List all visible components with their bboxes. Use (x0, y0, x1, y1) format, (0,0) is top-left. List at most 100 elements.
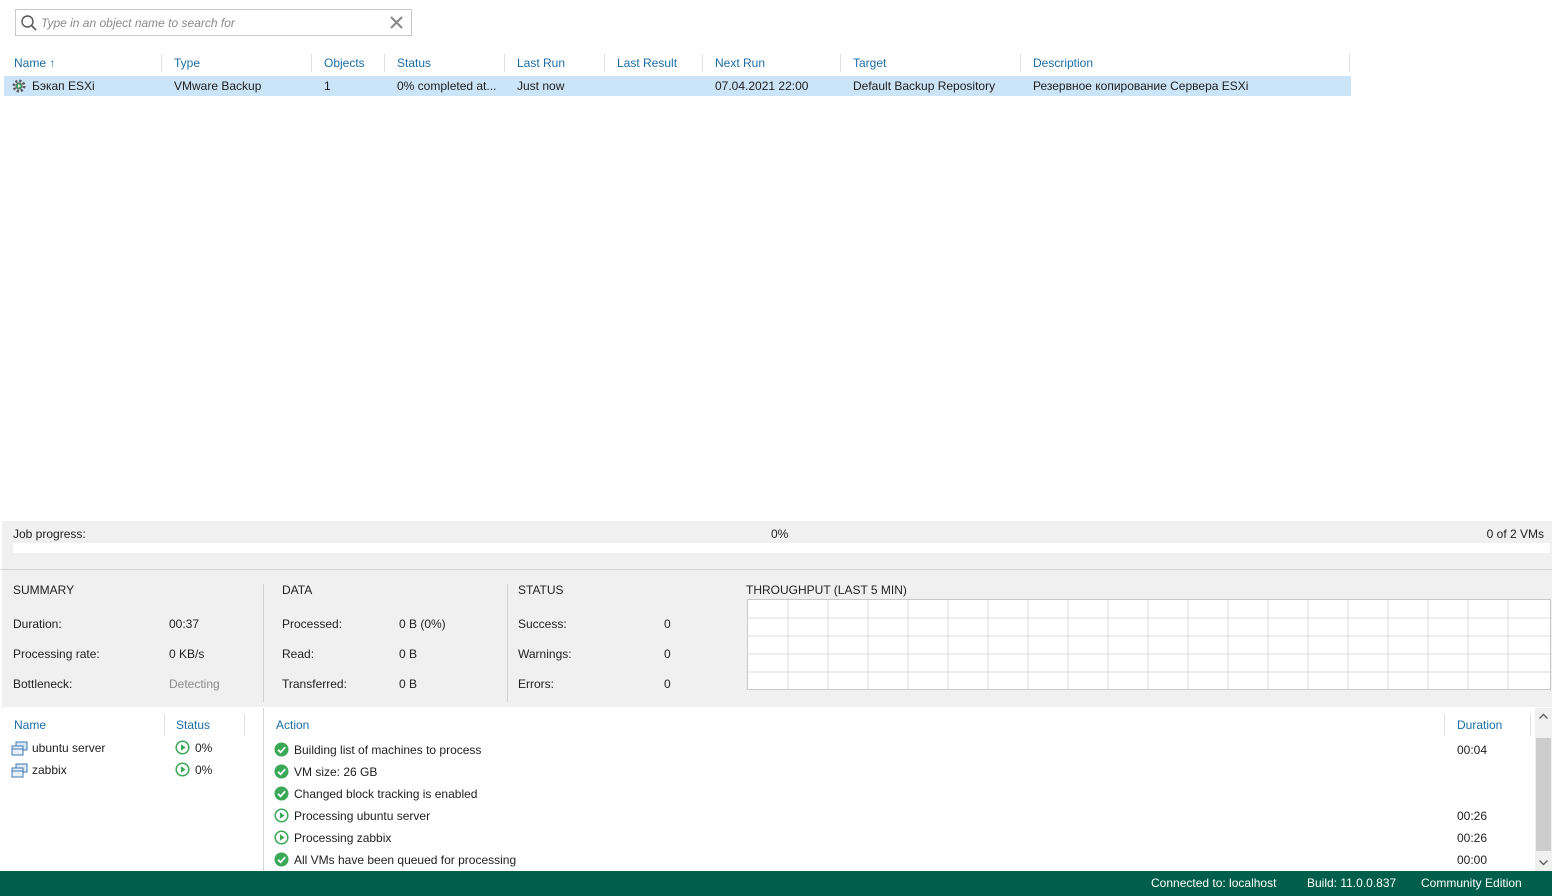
col-header-status[interactable]: Status (397, 56, 431, 70)
job-description: Резервное копирование Сервера ESXi (1033, 79, 1249, 93)
job-last-run: Just now (517, 79, 565, 93)
throughput-chart (747, 599, 1551, 690)
success-icon (274, 852, 289, 867)
action-text: Processing ubuntu server (294, 809, 431, 823)
action-duration: 00:00 (1457, 853, 1488, 867)
session-stats-panel: SUMMARY Duration: 00:37 Processing rate:… (2, 570, 1552, 707)
job-status: 0% completed at... (397, 79, 497, 93)
job-progress-percent: 0% (771, 527, 789, 541)
vm-col-name[interactable]: Name (14, 718, 46, 732)
throughput-heading: THROUGHPUT (LAST 5 MIN) (746, 583, 907, 597)
vm-col-status[interactable]: Status (176, 718, 210, 732)
summary-heading: SUMMARY (13, 583, 75, 597)
job-progress-vms: 0 of 2 VMs (1486, 527, 1544, 541)
search-box[interactable] (15, 9, 412, 36)
job-row[interactable]: Бэкап ESXi VMware Backup 1 0% completed … (4, 76, 1351, 96)
processed-label: Processed: (282, 617, 343, 631)
transferred-label: Transferred: (282, 677, 347, 691)
vm-list-header: Name Status (0, 714, 262, 736)
processed-value: 0 B (0%) (399, 617, 446, 631)
running-icon (274, 808, 289, 823)
col-header-last-result[interactable]: Last Result (617, 56, 677, 70)
action-duration: 00:26 (1457, 831, 1488, 845)
action-text: VM size: 26 GB (294, 765, 378, 779)
scroll-up-icon[interactable] (1538, 711, 1549, 722)
warnings-value: 0 (664, 647, 671, 661)
success-value: 0 (664, 617, 671, 631)
data-heading: DATA (282, 583, 313, 597)
action-row: Processing ubuntu server 00:26 (274, 805, 1534, 827)
scrollbar-thumb[interactable] (1536, 738, 1551, 851)
edition-label: Community Edition (1421, 876, 1522, 890)
read-label: Read: (282, 647, 315, 661)
vm-icon (11, 741, 28, 756)
job-target: Default Backup Repository (853, 79, 996, 93)
col-header-next-run[interactable]: Next Run (715, 56, 765, 70)
action-text: Processing zabbix (294, 831, 392, 845)
job-progress-panel: Job progress: 0% 0 of 2 VMs (2, 521, 1552, 569)
vm-name: zabbix (32, 763, 67, 777)
action-row: VM size: 26 GB (274, 761, 1534, 783)
success-icon (274, 764, 289, 779)
errors-value: 0 (664, 677, 671, 691)
action-col-action[interactable]: Action (276, 718, 309, 732)
jobs-grid-header: Name ↑ Type Objects Status Last Run Last… (0, 52, 1350, 74)
col-header-name[interactable]: Name ↑ (14, 56, 55, 70)
job-name: Бэкап ESXi (32, 79, 95, 93)
search-icon (21, 15, 37, 31)
sort-ascending-icon: ↑ (49, 56, 56, 70)
vm-status: 0% (195, 763, 213, 777)
running-icon (274, 830, 289, 845)
success-icon (274, 786, 289, 801)
action-text: Changed block tracking is enabled (294, 787, 478, 801)
warnings-label: Warnings: (518, 647, 572, 661)
status-heading: STATUS (518, 583, 564, 597)
action-duration: 00:04 (1457, 743, 1488, 757)
vm-row[interactable]: ubuntu server 0% (0, 737, 262, 759)
running-icon (175, 740, 190, 755)
vm-row[interactable]: zabbix 0% (0, 759, 262, 781)
action-log-header: Action Duration (264, 714, 1534, 736)
duration-label: Duration: (13, 617, 62, 631)
errors-label: Errors: (518, 677, 554, 691)
action-col-duration[interactable]: Duration (1457, 718, 1502, 732)
scroll-down-icon[interactable] (1538, 857, 1549, 868)
job-type: VMware Backup (174, 79, 262, 93)
job-running-gear-icon (12, 79, 26, 93)
action-duration: 00:26 (1457, 809, 1488, 823)
processing-rate-label: Processing rate: (13, 647, 100, 661)
read-value: 0 B (399, 647, 418, 661)
transferred-value: 0 B (399, 677, 418, 691)
col-header-description[interactable]: Description (1033, 56, 1093, 70)
job-progress-label: Job progress: (13, 527, 86, 541)
action-log-scrollbar[interactable] (1535, 708, 1552, 871)
action-row: All VMs have been queued for processing … (274, 849, 1534, 871)
action-row: Building list of machines to process 00:… (274, 739, 1534, 761)
throughput-gridlines (748, 600, 1550, 689)
col-header-last-run[interactable]: Last Run (517, 56, 565, 70)
processing-rate-value: 0 KB/s (169, 647, 205, 661)
connection-status: Connected to: localhost (1151, 876, 1277, 890)
action-text: All VMs have been queued for processing (294, 853, 517, 867)
action-text: Building list of machines to process (294, 743, 482, 757)
vm-name: ubuntu server (32, 741, 106, 755)
job-objects: 1 (324, 79, 331, 93)
clear-search-icon[interactable] (388, 14, 405, 31)
build-version: Build: 11.0.0.837 (1307, 876, 1397, 890)
status-bar: Connected to: localhost Build: 11.0.0.83… (0, 871, 1552, 896)
col-header-type[interactable]: Type (174, 56, 200, 70)
action-row: Processing zabbix 00:26 (274, 827, 1534, 849)
job-next-run: 07.04.2021 22:00 (715, 79, 809, 93)
success-icon (274, 742, 289, 757)
success-label: Success: (518, 617, 567, 631)
col-header-target[interactable]: Target (853, 56, 886, 70)
vm-status: 0% (195, 741, 213, 755)
action-row: Changed block tracking is enabled (274, 783, 1534, 805)
vm-icon (11, 763, 28, 778)
bottleneck-label: Bottleneck: (13, 677, 73, 691)
job-progress-bar (13, 543, 1550, 553)
search-input[interactable] (41, 13, 381, 32)
duration-value: 00:37 (169, 617, 200, 631)
col-header-objects[interactable]: Objects (324, 56, 365, 70)
bottleneck-value: Detecting (169, 677, 220, 691)
